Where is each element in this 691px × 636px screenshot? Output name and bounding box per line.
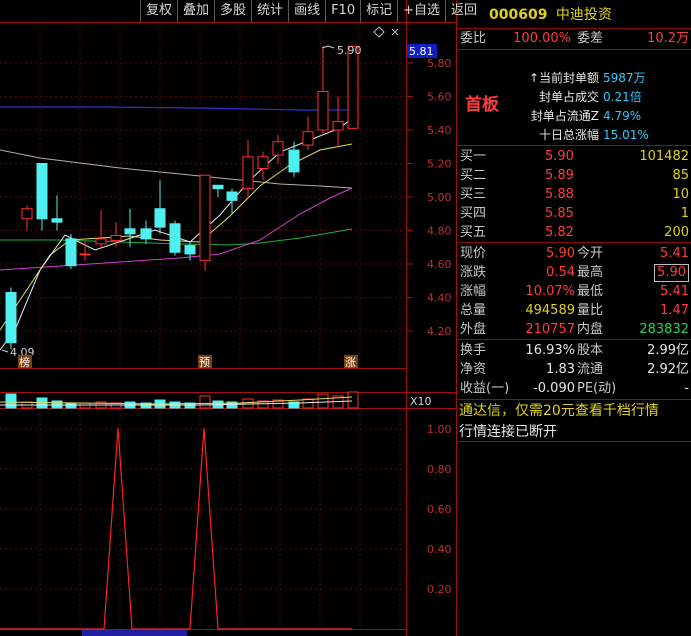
chart-toolbar: 复权 叠加 多股 统计 画线 F10 标记 +自选 返回	[140, 0, 482, 22]
candle-body	[5, 291, 17, 344]
connection-status: 行情连接已断开	[459, 424, 557, 440]
volume-bar	[5, 393, 17, 409]
kline-chart[interactable]: 5.80 5.60 5.40 5.20 5.00 4.80 4.60 4.40 4.20 1.0…	[0, 0, 457, 636]
indicator-axis-tick: 1.00	[427, 423, 452, 436]
candle-body	[95, 238, 107, 245]
volume-bar	[317, 393, 329, 409]
candle-body	[65, 238, 77, 267]
fin-row: 收益(一) -0.090 PE(动) -	[460, 381, 689, 396]
board-stat-row: 封单占流通Z 4.79%	[530, 109, 642, 123]
price-axis-tick: 5.20	[427, 158, 452, 171]
board-stat-row: ↑当前封单额 5987万	[528, 71, 646, 85]
bid-row: 买二 5.89 85	[460, 168, 689, 183]
volume-axis-label: X10	[410, 395, 432, 408]
diamond-icon[interactable]	[373, 26, 385, 38]
price-axis-tick: 4.20	[427, 325, 452, 338]
marker-zhang[interactable]: 涨	[345, 356, 356, 369]
toolbar-tongji[interactable]: 统计	[251, 0, 288, 22]
quote-panel: 000609 中迪投资 委比 100.00% 委差 10.2万 首板 通达信，仅…	[457, 0, 691, 636]
volume-bar	[347, 391, 359, 409]
indicator-line	[0, 427, 352, 630]
current-price-tag-text: 5.81	[409, 45, 434, 58]
indicator-axis-tick: 0.80	[427, 463, 452, 476]
price-axis-tick: 5.40	[427, 124, 452, 137]
candle-body	[199, 174, 211, 262]
marker-yu[interactable]: 预	[199, 356, 210, 369]
toolbar-duogu[interactable]: 多股	[214, 0, 251, 22]
bid-row: 买三 5.88 10	[460, 187, 689, 202]
candle-body	[110, 235, 122, 242]
close-icon[interactable]	[391, 28, 399, 36]
toolbar-biaoji[interactable]: 标记	[360, 0, 397, 22]
candle-body	[257, 156, 269, 170]
indicator-axis-tick: 0.60	[427, 503, 452, 516]
fin-row: 净资 1.83 流通 2.92亿	[460, 362, 689, 377]
marker-bang[interactable]: 榜	[19, 355, 30, 369]
toolbar-f10[interactable]: F10	[325, 0, 360, 22]
candle-body	[79, 253, 91, 256]
price-axis-tick: 5.60	[427, 91, 452, 104]
quote-row: 总量 494589 量比 1.47	[460, 303, 689, 318]
toolbar-fuquan[interactable]: 复权	[140, 0, 177, 22]
stock-name: 中迪投资	[555, 7, 612, 23]
notice-link[interactable]: 通达信，仅需20元查看千档行情	[459, 401, 691, 421]
quote-row: 涨跌 0.54 最高 5.90	[457, 263, 691, 282]
candle-body	[140, 228, 152, 240]
board-stat-row: 封单占成交 0.21倍	[538, 90, 642, 104]
candle-body	[332, 121, 344, 131]
toolbar-diejia[interactable]: 叠加	[177, 0, 214, 22]
candle-body	[124, 228, 136, 235]
bid-row: 买一 5.90 101482	[460, 149, 689, 164]
price-axis-tick: 5.80	[427, 57, 452, 70]
high-price-label: 5.90	[337, 44, 362, 57]
candle-body	[184, 245, 196, 255]
indicator-axis-tick: 0.20	[427, 583, 452, 596]
volume-bar	[199, 395, 211, 409]
candle-body	[154, 208, 166, 228]
candle-body	[302, 131, 314, 146]
weibi-row: 委比 100.00% 委差 10.2万	[460, 31, 689, 46]
bid-row: 买五 5.82 200	[460, 225, 689, 240]
stock-header: 000609 中迪投资	[489, 4, 612, 24]
bid-row: 买四 5.85 1	[460, 206, 689, 221]
quote-row: 涨幅 10.07% 最低 5.41	[460, 284, 689, 299]
candle-body	[36, 163, 48, 220]
candle-body	[242, 156, 254, 190]
fin-row: 换手 16.93% 股本 2.99亿	[460, 343, 689, 358]
candle-body	[21, 208, 33, 220]
indicator-axis-tick: 0.40	[427, 543, 452, 556]
price-axis-tick: 5.00	[427, 191, 452, 204]
price-axis-tick: 4.80	[427, 225, 452, 238]
candle-body	[226, 191, 238, 201]
candle-body	[169, 223, 181, 253]
quote-row: 外盘 210757 内盘 283832	[460, 322, 689, 337]
candle-body	[347, 45, 359, 129]
candle-body	[51, 218, 63, 223]
candle-body	[317, 90, 329, 131]
candle-body	[272, 141, 284, 156]
candle-body	[212, 184, 224, 190]
board-stat-row: 十日总涨幅 15.01%	[538, 128, 649, 142]
quote-row: 现价 5.90 今开 5.41	[460, 246, 689, 261]
volume-bar	[302, 398, 314, 409]
toolbar-huaxian[interactable]: 画线	[288, 0, 325, 22]
candle-body	[288, 149, 300, 173]
toolbar-zixuan[interactable]: +自选	[397, 0, 445, 22]
price-axis-tick: 4.40	[427, 292, 452, 305]
price-axis-tick: 4.60	[427, 258, 452, 271]
stock-code: 000609	[489, 7, 548, 23]
